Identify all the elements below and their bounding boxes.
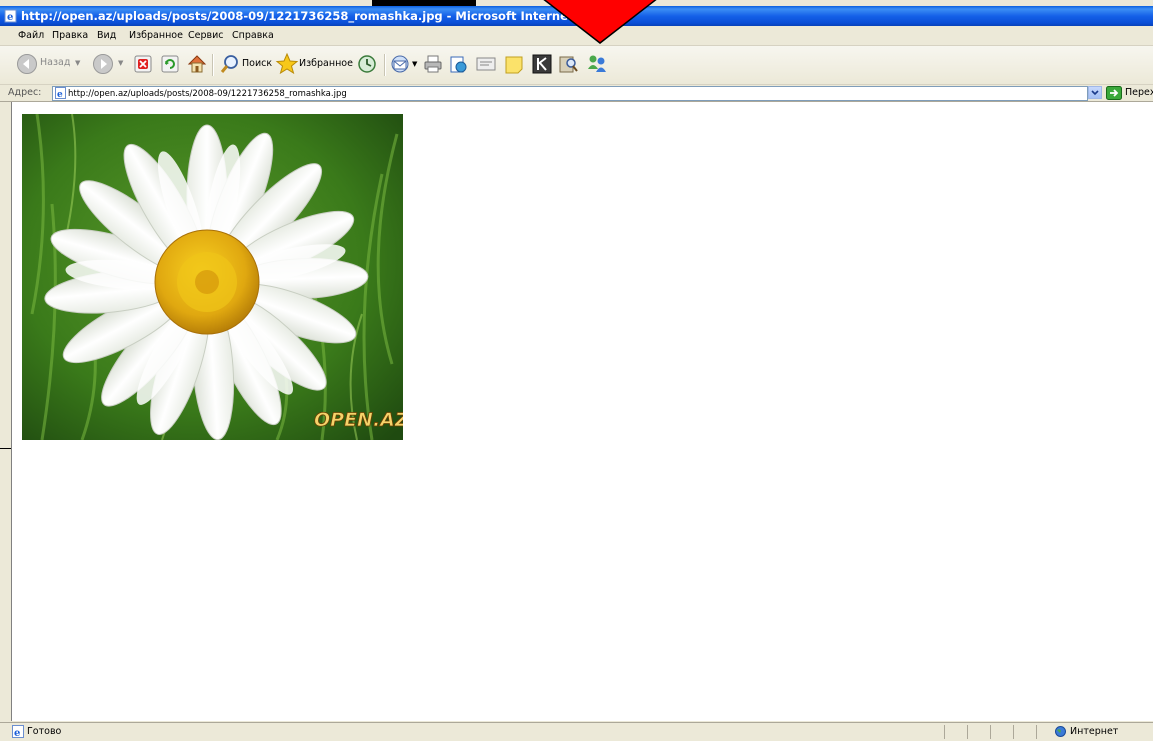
- red-arrow-annotation: [543, 0, 657, 44]
- svg-text:e: e: [7, 12, 13, 23]
- address-input[interactable]: [68, 87, 1068, 100]
- back-label[interactable]: Назад: [40, 57, 70, 69]
- status-bar: e Готово Интернет: [0, 722, 1153, 741]
- status-cell: [990, 725, 1014, 739]
- zone-text: Интернет: [1070, 726, 1119, 737]
- address-label: Адрес:: [8, 87, 42, 98]
- search-icon[interactable]: [219, 53, 241, 75]
- ie-page-icon: e: [12, 725, 24, 738]
- svg-text:e: e: [14, 728, 20, 738]
- messenger-icon[interactable]: [585, 53, 609, 75]
- forward-icon[interactable]: [92, 53, 114, 75]
- go-arrow-icon: [1106, 86, 1122, 100]
- status-text: Готово: [27, 726, 62, 737]
- go-label: Перех: [1125, 87, 1153, 98]
- status-cell: [944, 725, 968, 739]
- discuss-icon[interactable]: [475, 54, 497, 74]
- menu-view[interactable]: Вид: [97, 26, 116, 45]
- research-icon[interactable]: [557, 53, 579, 75]
- page-content: OPEN.AZ: [11, 102, 1153, 721]
- history-icon[interactable]: [356, 53, 378, 75]
- mail-icon[interactable]: [390, 53, 412, 75]
- mail-dropdown-icon[interactable]: ▼: [412, 58, 417, 70]
- stop-icon[interactable]: [134, 55, 152, 73]
- toolbar-separator: [384, 54, 386, 76]
- back-icon[interactable]: [16, 53, 38, 75]
- home-icon[interactable]: [186, 53, 208, 75]
- status-cell: [967, 725, 991, 739]
- standard-toolbar: Назад ▼ ▼ Поиск Избранное ▼: [0, 46, 1153, 85]
- chevron-down-icon: [1091, 90, 1099, 96]
- favorites-star-icon[interactable]: [275, 52, 299, 76]
- search-label[interactable]: Поиск: [242, 58, 272, 70]
- notes-icon[interactable]: [503, 53, 525, 75]
- status-cell: [1013, 725, 1037, 739]
- svg-text:e: e: [57, 90, 63, 99]
- address-dropdown-button[interactable]: [1088, 86, 1102, 99]
- go-button[interactable]: Перех: [1106, 86, 1153, 100]
- globe-icon: [1055, 726, 1066, 737]
- forward-dropdown-icon[interactable]: ▼: [118, 57, 123, 69]
- ie-page-icon: e: [55, 87, 66, 99]
- print-icon[interactable]: [422, 53, 444, 75]
- back-dropdown-icon[interactable]: ▼: [75, 57, 80, 69]
- menu-tools[interactable]: Сервис: [188, 26, 224, 45]
- address-field[interactable]: e: [52, 86, 1088, 101]
- toolbar-separator: [212, 54, 214, 76]
- menu-help[interactable]: Справка: [232, 26, 274, 45]
- daisy-photo[interactable]: OPEN.AZ: [22, 114, 403, 440]
- refresh-icon[interactable]: [161, 55, 179, 73]
- browser-window: e http://open.az/uploads/posts/2008-09/1…: [0, 0, 1153, 741]
- menu-favorites[interactable]: Избранное: [129, 26, 183, 45]
- favorites-label[interactable]: Избранное: [299, 58, 353, 70]
- address-bar: Адрес: e Перех: [0, 85, 1153, 102]
- menu-edit[interactable]: Правка: [52, 26, 88, 45]
- ie-page-icon: e: [4, 9, 17, 23]
- left-edge-line: [0, 448, 11, 449]
- edit-icon[interactable]: [447, 53, 469, 75]
- open-az-watermark: OPEN.AZ: [314, 409, 403, 431]
- k-icon[interactable]: [531, 53, 553, 75]
- menu-file[interactable]: Файл: [18, 26, 44, 45]
